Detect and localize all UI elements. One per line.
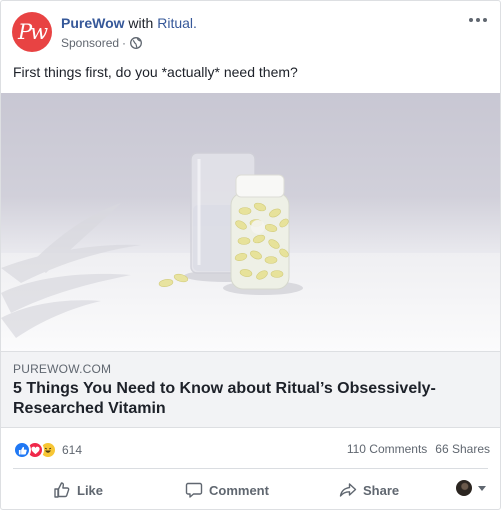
- with-text: with: [128, 15, 154, 31]
- post-text: First things first, do you *actually* ne…: [13, 64, 298, 80]
- engagement-counts: 110 Comments 66 Shares: [347, 442, 490, 456]
- share-button[interactable]: Share: [339, 474, 399, 506]
- actions-divider: [13, 468, 488, 469]
- reactions-count: 614: [62, 443, 83, 457]
- purewow-logo: Pw: [17, 19, 48, 44]
- reactions-summary[interactable]: 614: [13, 441, 82, 459]
- partner-link[interactable]: Ritual.: [157, 15, 197, 31]
- comments-count-link[interactable]: 110 Comments: [347, 442, 427, 456]
- more-options-icon[interactable]: [466, 11, 490, 29]
- link-preview[interactable]: PUREWOW.COM 5 Things You Need to Know ab…: [1, 351, 500, 428]
- page-name-link[interactable]: PureWow: [61, 15, 125, 31]
- post-stats: 614 110 Comments 66 Shares: [1, 429, 500, 469]
- like-reaction-icon: [13, 441, 31, 459]
- link-domain: PUREWOW.COM: [13, 362, 112, 376]
- comment-bubble-icon: [185, 481, 203, 499]
- vitamin-photo-illustration: [1, 152, 303, 338]
- shares-count-link[interactable]: 66 Shares: [435, 442, 490, 456]
- share-arrow-icon: [339, 481, 357, 499]
- post-header-title: PureWow with Ritual.: [61, 14, 197, 32]
- comment-button[interactable]: Comment: [185, 474, 269, 506]
- sponsored-post-card: Pw PureWow with Ritual. Sponsored · Firs…: [0, 0, 501, 510]
- thumbs-up-icon: [53, 481, 71, 499]
- like-button[interactable]: Like: [53, 474, 103, 506]
- meta-separator: ·: [122, 36, 127, 50]
- page-avatar[interactable]: Pw: [12, 12, 52, 52]
- comment-label: Comment: [209, 482, 269, 498]
- caret-down-icon: [478, 485, 486, 491]
- link-headline[interactable]: 5 Things You Need to Know about Ritual’s…: [13, 379, 483, 419]
- post-as-selector[interactable]: [456, 480, 486, 496]
- viewer-avatar: [456, 480, 472, 496]
- like-label: Like: [77, 482, 104, 498]
- share-label: Share: [363, 482, 400, 498]
- post-actions-bar: Like Comment Share: [1, 471, 500, 509]
- post-meta: Sponsored ·: [61, 35, 142, 51]
- globe-icon: [130, 37, 142, 49]
- post-image[interactable]: [1, 93, 500, 351]
- sponsored-label[interactable]: Sponsored: [61, 35, 119, 51]
